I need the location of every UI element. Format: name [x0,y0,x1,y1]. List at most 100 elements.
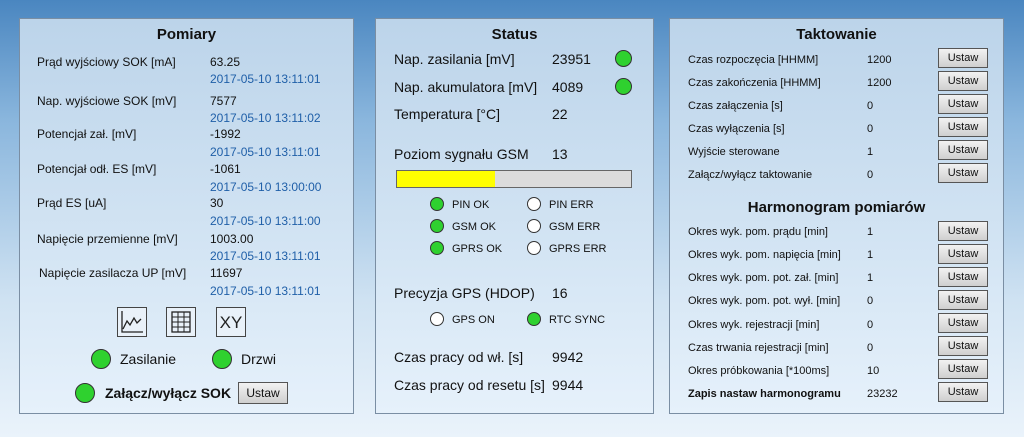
setting-label: Czas wyłączenia [s] [688,123,785,135]
schedule-value: 10 [867,365,880,377]
measurement-timestamp: 2017-05-10 13:11:01 [210,249,321,263]
measurement-value: -1061 [210,162,241,176]
measurement-timestamp: 2017-05-10 13:11:00 [210,214,321,228]
schedule-set-button[interactable]: Ustaw [938,313,988,333]
measurement-timestamp: 2017-05-10 13:11:01 [210,72,321,86]
measurement-label: Potencjał odł. ES [mV] [37,162,157,176]
schedule-value: 1 [867,249,874,261]
xy-plot-icon[interactable]: XY [216,307,246,337]
schedule-value: 0 [867,295,874,307]
gsm-signal-bar-fill [397,171,496,187]
uptime-value: 9942 [552,349,584,365]
measurement-label: Nap. wyjściowe SOK [mV] [37,94,177,108]
schedule-label: Okres wyk. pom. prądu [min] [688,226,828,238]
table-icon[interactable] [166,307,196,337]
drzwi-indicator [212,349,232,369]
status-label: Temperatura [°C] [394,106,500,122]
gprs-ok-indicator [430,241,444,255]
gprs-ok-label: GPRS OK [452,243,503,255]
sok-label: Załącz/wyłącz SOK [105,385,232,401]
measurement-value: 7577 [210,94,237,108]
schedule-value: 0 [867,319,874,331]
gsm-signal-value: 13 [552,146,568,162]
measurement-label: Napięcie przemienne [mV] [37,232,178,246]
setting-set-button[interactable]: Ustaw [938,163,988,183]
uptime-label: Czas pracy od wł. [s] [394,349,524,365]
setting-label: Czas zakończenia [HHMM] [688,77,821,89]
schedule-label: Okres próbkowania [*100ms] [688,365,830,377]
measurement-value: 11697 [210,266,243,280]
setting-value: 0 [867,169,874,181]
sok-indicator [75,383,95,403]
gps-on-label: GPS ON [452,314,495,326]
battery-voltage-indicator [615,78,632,95]
setting-set-button[interactable]: Ustaw [938,71,988,91]
measurement-label: Prąd ES [uA] [37,196,107,210]
schedule-set-button[interactable]: Ustaw [938,267,988,287]
status-panel: Status Nap. zasilania [mV] 23951 Nap. ak… [375,18,654,414]
schedule-label: Okres wyk. pom. pot. wył. [min] [688,295,841,307]
setting-set-button[interactable]: Ustaw [938,94,988,114]
schedule-set-button[interactable]: Ustaw [938,244,988,264]
schedule-set-button[interactable]: Ustaw [938,290,988,310]
save-schedule-label: Zapis nastaw harmonogramu [688,388,841,400]
zasilanie-indicator [91,349,111,369]
gsm-err-label: GSM ERR [549,221,601,233]
measurement-timestamp: 2017-05-10 13:11:01 [210,284,321,298]
taktowanie-title: Taktowanie [796,26,877,43]
reset-uptime-label: Czas pracy od resetu [s] [394,377,545,393]
zasilanie-label: Zasilanie [120,351,177,367]
status-label: Nap. akumulatora [mV] [394,79,538,95]
pin-ok-indicator [430,197,444,211]
schedule-value: 1 [867,226,874,238]
measurement-label: Prąd wyjściowy SOK [mA] [37,55,176,69]
gsm-ok-label: GSM OK [452,221,497,233]
gprs-err-indicator [527,241,541,255]
gsm-ok-indicator [430,219,444,233]
measurement-value: 63.25 [210,55,241,69]
save-schedule-button[interactable]: Ustaw [938,382,988,402]
supply-voltage-indicator [615,50,632,67]
schedule-label: Czas trwania rejestracji [min] [688,342,829,354]
status-label: Nap. zasilania [mV] [394,51,515,67]
harmonogram-title: Harmonogram pomiarów [747,199,926,216]
measurement-timestamp: 2017-05-10 13:11:02 [210,111,321,125]
measurement-value: 1003.00 [210,232,254,246]
save-schedule-value: 23232 [867,388,898,400]
status-title: Status [491,26,538,43]
gsm-signal-label: Poziom sygnału GSM [394,146,529,162]
gps-on-indicator [430,312,444,326]
line-chart-icon[interactable] [117,307,147,337]
setting-set-button[interactable]: Ustaw [938,140,988,160]
schedule-set-button[interactable]: Ustaw [938,221,988,241]
status-value: 23951 [552,51,591,67]
gps-hdop-value: 16 [552,285,568,301]
setting-label: Załącz/wyłącz taktowanie [688,169,813,181]
measurement-label: Napięcie zasilacza UP [mV] [39,266,187,280]
pomiary-title: Pomiary [156,26,217,43]
status-value: 22 [552,106,568,122]
pomiary-panel: Pomiary Prąd wyjściowy SOK [mA] 63.25 20… [19,18,354,414]
drzwi-label: Drzwi [241,351,276,367]
reset-uptime-value: 9944 [552,377,584,393]
setting-value: 1 [867,146,874,158]
setting-label: Czas załączenia [s] [688,100,783,112]
gsm-signal-bar [396,170,632,188]
measurement-timestamp: 2017-05-10 13:11:01 [210,145,321,159]
xy-plot-label: XY [219,313,243,332]
setting-value: 0 [867,100,874,112]
sok-set-button[interactable]: Ustaw [238,382,288,404]
pin-err-indicator [527,197,541,211]
rtc-sync-label: RTC SYNC [549,314,606,326]
rtc-sync-indicator [527,312,541,326]
gps-hdop-label: Precyzja GPS (HDOP) [394,285,535,301]
setting-value: 1200 [867,77,892,89]
schedule-set-button[interactable]: Ustaw [938,359,988,379]
schedule-set-button[interactable]: Ustaw [938,336,988,356]
setting-set-button[interactable]: Ustaw [938,117,988,137]
taktowanie-panel: Taktowanie Czas rozpoczęcia [HHMM] 1200 … [669,18,1004,414]
setting-set-button[interactable]: Ustaw [938,48,988,68]
measurement-value: 30 [210,196,224,210]
schedule-label: Okres wyk. pom. napięcia [min] [688,249,841,261]
schedule-label: Okres wyk. rejestracji [min] [688,319,820,331]
